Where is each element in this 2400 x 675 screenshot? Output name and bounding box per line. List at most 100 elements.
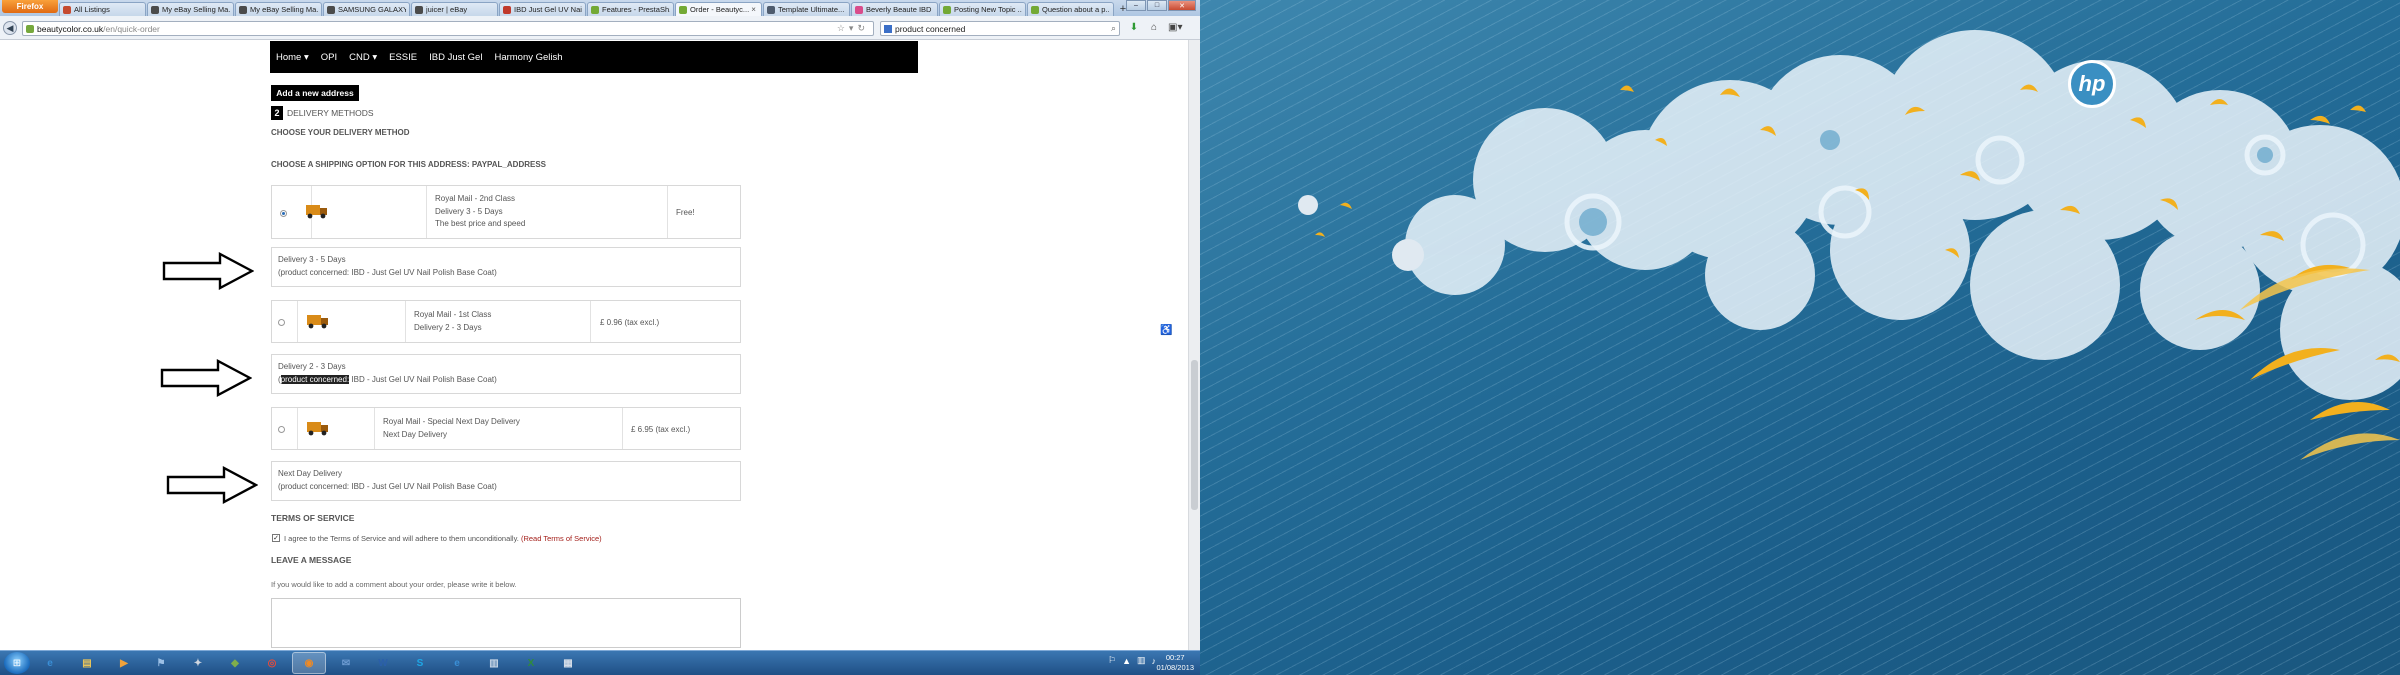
firefox-menu-button[interactable]: Firefox [2,0,58,13]
taskbar-firefox-icon[interactable]: ◉ [292,652,326,674]
tab-favicon-icon [1031,5,1039,14]
tab-close-icon[interactable]: × [751,5,756,14]
taskbar-word-icon[interactable]: W [366,652,400,674]
note-product: (product concerned: IBD - Just Gel UV Na… [278,375,497,384]
bookmark-reload-icons[interactable]: ☆▾↻ [837,23,869,34]
search-input[interactable]: product concerned ⌕ [880,21,1120,36]
note-product: (product concerned: IBD - Just Gel UV Na… [278,266,734,279]
menu-icon[interactable]: ▣▾ [1168,22,1182,33]
note-product-text: (product concerned: IBD - Just Gel UV Na… [278,268,497,277]
tos-checkbox[interactable]: ✓ [272,534,280,542]
browser-tab[interactable]: Question about a p... [1027,2,1114,16]
left-monitor: Firefox All Listings My eBay Selling Ma..… [0,0,1200,675]
tab-favicon-icon [63,5,71,14]
page-scrollbar[interactable] [1188,40,1200,650]
clock[interactable]: 00:27 01/08/2013 [1156,653,1194,673]
clock-date: 01/08/2013 [1156,663,1194,672]
browser-tab[interactable]: Template Ultimate... [763,2,850,16]
search-engine-icon[interactable] [884,25,892,33]
option-name: Royal Mail - Special Next Day Delivery [383,417,520,426]
wallpaper-art [1298,30,2400,460]
tos-label: I agree to the Terms of Service and will… [284,534,602,543]
option-name: Royal Mail - 2nd Class [435,194,516,203]
taskbar-excel-icon[interactable]: X [514,652,548,674]
back-arrow-icon[interactable]: ◀ [3,21,17,35]
browser-tab[interactable]: My eBay Selling Ma... [235,2,322,16]
taskbar-settings-tool-icon[interactable]: ✦ [181,652,215,674]
step-title: Delivery methods [287,108,374,118]
shipping-option-row[interactable]: Royal Mail - Special Next Day Delivery N… [271,407,741,450]
close-icon[interactable]: ✕ [1168,0,1196,11]
tos-text: I agree to the Terms of Service and will… [284,534,519,543]
taskbar-thunderbird-icon[interactable]: ✉ [329,652,363,674]
highlighted-text: product concerned: [280,375,350,384]
truck-icon [306,205,327,219]
shipping-radio[interactable] [278,319,285,326]
message-textarea[interactable] [271,598,741,648]
option-delivery: Delivery 2 - 3 Days [414,322,482,332]
browser-tab[interactable]: My eBay Selling Ma... [147,2,234,16]
message-hint: If you would like to add a comment about… [271,580,517,589]
shipping-option-row[interactable]: Royal Mail - 2nd Class Delivery 3 - 5 Da… [271,185,741,239]
menu-item-gelish[interactable]: Harmony Gelish [494,52,562,63]
taskbar-app-tile-icon[interactable]: ◆ [218,652,252,674]
read-tos-link[interactable]: (Read Terms of Service) [521,534,602,543]
shipping-radio[interactable] [278,426,285,433]
taskbar-network-tool-icon[interactable]: ⚑ [144,652,178,674]
minimize-icon[interactable]: – [1126,0,1146,11]
delivery-note: Delivery 2 - 3 Days (product concerned: … [271,354,741,394]
browser-tab[interactable]: Beverly Beaute IBD ... [851,2,938,16]
browser-tab[interactable]: Posting New Topic ... [939,2,1026,16]
add-address-button[interactable]: Add a new address [271,85,359,101]
browser-tab[interactable]: All Listings [59,2,146,16]
accessibility-icon[interactable]: ♿ [1160,325,1172,336]
shipping-option-row[interactable]: Royal Mail - 1st Class Delivery 2 - 3 Da… [271,300,741,343]
tab-label: Posting New Topic ... [954,5,1022,14]
menu-item-home[interactable]: Home ▾ [276,52,309,63]
shipping-radio[interactable] [280,210,287,217]
browser-tab[interactable]: Order - Beautyc... × [675,2,762,16]
taskbar-skype-icon[interactable]: S [403,652,437,674]
download-icon[interactable]: ⬇ [1128,22,1140,33]
taskbar-media-player-icon[interactable]: ▶ [107,652,141,674]
volume-icon[interactable]: ♪ [1152,656,1157,666]
taskbar-notepad-icon[interactable]: ▦ [551,652,585,674]
site-menu: Home ▾ OPI CND ▾ ESSIE IBD Just Gel Harm… [270,41,918,73]
option-price: £ 0.96 (tax excl.) [600,318,660,327]
search-icon[interactable]: ⌕ [1111,23,1116,34]
search-value: product concerned [895,23,966,34]
taskbar-explorer-icon[interactable]: ▤ [70,652,104,674]
flag-icon[interactable]: ⚐ [1108,655,1116,666]
taskbar-ie-icon[interactable]: e [33,652,67,674]
option-price: Free! [676,208,695,217]
window-controls: – □ ✕ [1126,0,1196,11]
network-icon[interactable]: ▥ [1137,655,1146,666]
browser-tab[interactable]: SAMSUNG GALAXY... [323,2,410,16]
menu-item-cnd[interactable]: CND ▾ [349,52,377,63]
taskbar-explorer-2-icon[interactable]: ▥ [477,652,511,674]
web-page: Home ▾ OPI CND ▾ ESSIE IBD Just Gel Harm… [0,40,1188,650]
home-icon[interactable]: ⌂ [1148,22,1160,33]
tab-label: All Listings [74,5,110,14]
browser-tab[interactable]: juicer | eBay [411,2,498,16]
taskbar: ⊞ e ▤ ▶ ⚑ ✦ ◆ ◎ ◉ ✉ W Se ▥ X ▦ ⚐ ▲ ▥ ♪ 00:27 01/08/20… [0,650,1200,675]
tray-arrow-icon[interactable]: ▲ [1122,656,1131,666]
option-tagline: The best price and speed [435,219,526,228]
option-price: £ 6.95 (tax excl.) [631,425,691,434]
maximize-icon[interactable]: □ [1147,0,1167,11]
note-product-text: IBD - Just Gel UV Nail Polish Base Coat) [349,375,497,384]
menu-item-essie[interactable]: ESSIE [389,52,417,63]
tab-favicon-icon [591,5,599,14]
start-button[interactable]: ⊞ [4,652,30,674]
tab-label: juicer | eBay [426,5,468,14]
tab-favicon-icon [151,5,159,14]
option-delivery: Next Day Delivery [383,429,448,439]
truck-icon [307,422,328,436]
url-bar[interactable]: beautycolor.co.uk/en/quick-order ☆▾↻ [22,21,874,36]
taskbar-chrome-icon[interactable]: ◎ [255,652,289,674]
menu-item-opi[interactable]: OPI [321,52,337,63]
menu-item-ibd[interactable]: IBD Just Gel [429,52,482,63]
browser-tab[interactable]: IBD Just Gel UV Nail... [499,2,586,16]
taskbar-ie-2-icon[interactable]: e [440,652,474,674]
browser-tab[interactable]: Features - PrestaSh... [587,2,674,16]
